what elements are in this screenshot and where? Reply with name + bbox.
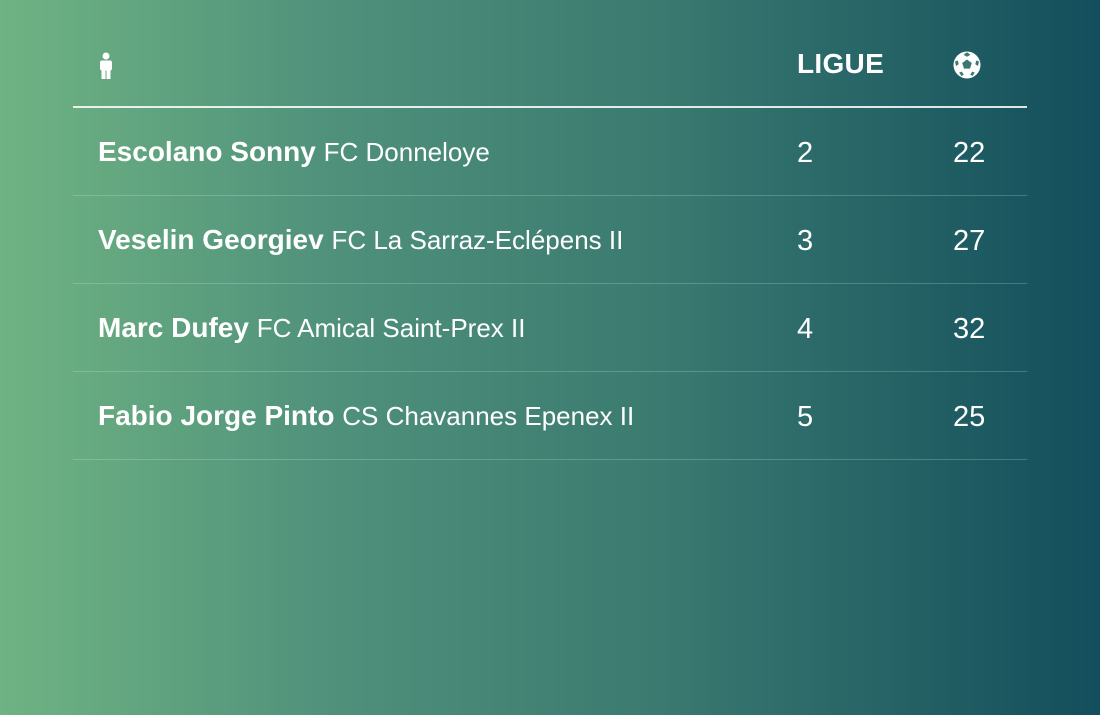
goals-value: 22 bbox=[953, 137, 986, 169]
player-name: Escolano Sonny bbox=[98, 136, 316, 167]
table-row: Fabio Jorge Pinto CS Chavannes Epenex II… bbox=[73, 372, 1027, 460]
goals-value: 25 bbox=[953, 401, 986, 433]
player-cell: Marc Dufey FC Amical Saint-Prex II bbox=[98, 312, 525, 344]
scorers-table: LIGUE Escolano Sonny FC Donneloye 2 22 V… bbox=[73, 28, 1027, 460]
club-name: CS Chavannes Epenex II bbox=[342, 401, 635, 431]
club-name: FC Donneloye bbox=[323, 137, 490, 167]
table-row: Veselin Georgiev FC La Sarraz-Eclépens I… bbox=[73, 196, 1027, 284]
ligue-value: 5 bbox=[797, 401, 814, 433]
player-cell: Veselin Georgiev FC La Sarraz-Eclépens I… bbox=[98, 224, 623, 256]
person-icon bbox=[96, 52, 116, 80]
ligue-value: 2 bbox=[797, 137, 814, 169]
player-name: Fabio Jorge Pinto bbox=[98, 400, 335, 431]
player-name: Marc Dufey bbox=[98, 312, 249, 343]
club-name: FC La Sarraz-Eclépens II bbox=[331, 225, 624, 255]
table-row: Escolano Sonny FC Donneloye 2 22 bbox=[73, 108, 1027, 196]
table-row: Marc Dufey FC Amical Saint-Prex II 4 32 bbox=[73, 284, 1027, 372]
table-header: LIGUE bbox=[73, 28, 1027, 108]
player-cell: Fabio Jorge Pinto CS Chavannes Epenex II bbox=[98, 400, 634, 432]
goals-value: 32 bbox=[953, 313, 986, 345]
player-cell: Escolano Sonny FC Donneloye bbox=[98, 136, 490, 168]
player-name: Veselin Georgiev bbox=[98, 224, 324, 255]
soccer-ball-icon bbox=[952, 50, 982, 80]
club-name: FC Amical Saint-Prex II bbox=[256, 313, 526, 343]
ligue-value: 3 bbox=[797, 225, 814, 257]
ligue-value: 4 bbox=[797, 313, 814, 345]
goals-value: 27 bbox=[953, 225, 986, 257]
ligue-column-header: LIGUE bbox=[797, 48, 885, 79]
